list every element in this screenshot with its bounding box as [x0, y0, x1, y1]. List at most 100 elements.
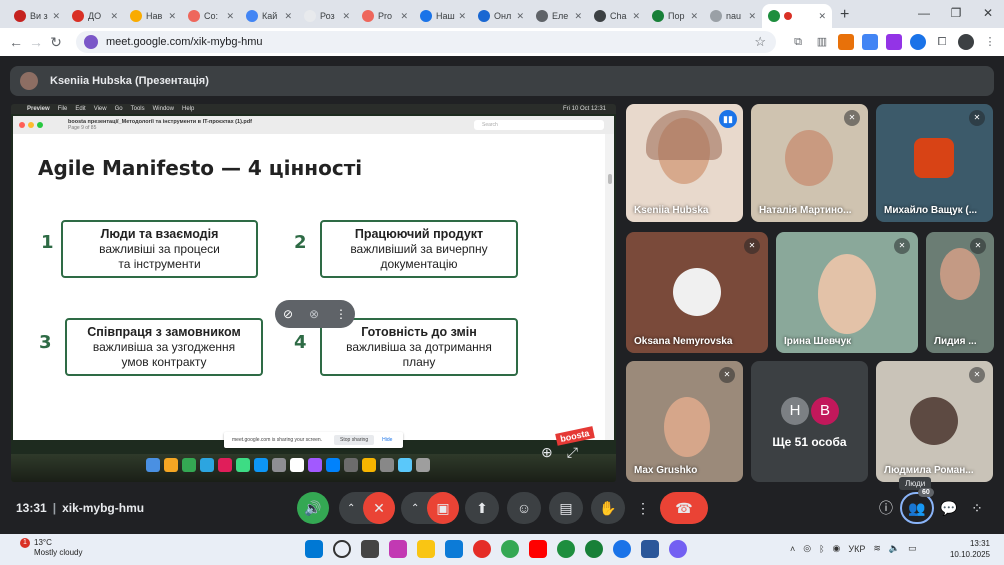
tab-close-icon[interactable]: ✕ [110, 11, 118, 22]
back-icon[interactable]: ← [6, 34, 26, 50]
extension-icon[interactable] [886, 34, 902, 50]
tab-close-icon[interactable]: ✕ [818, 11, 826, 22]
tab-active[interactable]: ✕ [762, 4, 832, 28]
tab-close-icon[interactable]: ✕ [632, 11, 640, 22]
tab-close-icon[interactable]: ✕ [226, 11, 234, 22]
chrome-active-icon[interactable] [613, 540, 631, 558]
battery-icon[interactable]: ▭ [908, 543, 917, 554]
tab-close-icon[interactable]: ✕ [690, 11, 698, 22]
participant-tile[interactable]: ✕ Михайло Ващук (... [876, 104, 993, 222]
profile-avatar[interactable] [958, 34, 974, 50]
chat-button[interactable]: 💬 [938, 492, 960, 524]
activities-button[interactable]: ⁘ [966, 492, 988, 524]
shared-screen[interactable]: Preview File Edit View Go Tools Window H… [11, 104, 616, 482]
participant-tile[interactable]: ✕ Наталія Мартино... [751, 104, 868, 222]
tab-close-icon[interactable]: ✕ [574, 11, 582, 22]
forward-icon[interactable]: → [26, 34, 46, 50]
file-explorer-icon[interactable] [417, 540, 435, 558]
tab-close-icon[interactable]: ✕ [342, 11, 350, 22]
close-window-icon[interactable]: ✕ [972, 0, 1004, 28]
language-indicator[interactable]: УКР [848, 544, 865, 554]
browser-tab[interactable]: nau ✕ [704, 4, 762, 28]
participant-tile[interactable]: ✕ Людмила Роман... [876, 361, 993, 482]
extension-icon[interactable] [838, 34, 854, 50]
camera-off-button[interactable]: ▣ [427, 492, 459, 524]
participant-tile[interactable]: ✕ Ірина Шевчук [776, 232, 918, 353]
tab-close-icon[interactable]: ✕ [516, 11, 524, 22]
bookmark-manager-icon[interactable]: ▥ [814, 34, 830, 50]
chevron-up-icon[interactable]: ⌃ [347, 503, 355, 514]
tab-close-icon[interactable]: ✕ [52, 11, 60, 22]
tab-close-icon[interactable]: ✕ [458, 11, 466, 22]
browser-tab[interactable]: Ви з ✕ [8, 4, 66, 28]
participant-tile[interactable]: ✕ Max Grushko [626, 361, 743, 482]
address-bar[interactable]: meet.google.com/xik-mybg-hmu ☆ [76, 31, 776, 53]
extension-icon[interactable] [862, 34, 878, 50]
youtube-icon[interactable] [529, 540, 547, 558]
system-clock[interactable]: 13:31 10.10.2025 [950, 538, 990, 560]
captions-button[interactable]: ▤ [549, 492, 583, 524]
chrome-icon[interactable] [501, 540, 519, 558]
copilot-icon[interactable] [389, 540, 407, 558]
tray-app-icon[interactable]: ◎ [803, 543, 811, 554]
browser-tab[interactable]: Cha ✕ [588, 4, 646, 28]
browser-tab[interactable]: Кай ✕ [240, 4, 298, 28]
viber-icon[interactable] [669, 540, 687, 558]
chevron-up-icon[interactable]: ˄ [790, 544, 795, 554]
raise-hand-button[interactable]: ✋ [591, 492, 625, 524]
minimize-icon[interactable]: — [908, 0, 940, 28]
search-icon[interactable] [333, 540, 351, 558]
fullscreen-icon[interactable]: ⤢ [567, 444, 578, 461]
speaker-button[interactable]: 🔊 [297, 492, 329, 524]
unpin-icon[interactable]: ⊘ [283, 307, 293, 321]
browser-tab[interactable]: Еле ✕ [530, 4, 588, 28]
task-view-icon[interactable] [361, 540, 379, 558]
browser-tab[interactable]: Роз ✕ [298, 4, 356, 28]
chrome-profile-icon[interactable] [557, 540, 575, 558]
word-icon[interactable] [641, 540, 659, 558]
participant-tile[interactable]: ▮▮ Kseniia Hubska [626, 104, 743, 222]
browser-tab[interactable]: Онл ✕ [472, 4, 530, 28]
browser-tab[interactable]: ДО ✕ [66, 4, 124, 28]
restore-icon[interactable]: ❐ [940, 0, 972, 28]
weather-widget[interactable]: 1 13°C Mostly cloudy [14, 538, 82, 558]
menu-icon[interactable]: ⋮ [982, 34, 998, 50]
browser-tab[interactable]: Pro ✕ [356, 4, 414, 28]
tab-close-icon[interactable]: ✕ [400, 11, 408, 22]
present-button[interactable]: ⬆ [465, 492, 499, 524]
participant-tile[interactable]: ✕ Oksana Nemyrovska [626, 232, 768, 353]
participant-tile[interactable]: ✕ Лидия ... [926, 232, 994, 353]
more-participants-tile[interactable]: Н В Ще 51 особа [751, 361, 868, 482]
extension-icon[interactable] [910, 34, 926, 50]
scrollbar[interactable] [605, 134, 614, 440]
browser-tab[interactable]: Наш ✕ [414, 4, 472, 28]
site-info-icon[interactable] [84, 35, 98, 49]
emoji-button[interactable]: ☺ [507, 492, 541, 524]
chevron-up-icon[interactable]: ⌃ [411, 503, 419, 514]
meeting-details-button[interactable]: ⓘ [874, 492, 898, 524]
hide-button[interactable]: Hide [382, 437, 392, 443]
stop-sharing-button[interactable]: Stop sharing [334, 435, 375, 445]
opera-icon[interactable] [473, 540, 491, 558]
tray-app-icon[interactable]: ◉ [833, 543, 841, 554]
start-icon[interactable] [305, 540, 323, 558]
tab-close-icon[interactable]: ✕ [748, 11, 756, 22]
reload-icon[interactable]: ↻ [46, 34, 66, 51]
volume-icon[interactable]: 🔈 [889, 543, 900, 554]
leave-call-button[interactable]: ☎ [660, 492, 708, 524]
zoom-icon[interactable]: ⊕ [541, 444, 553, 461]
bluetooth-icon[interactable]: ᛒ [819, 544, 824, 554]
tab-close-icon[interactable]: ✕ [284, 11, 292, 22]
more-options-button[interactable]: ⋮ [633, 492, 653, 524]
mute-icon[interactable]: ⊗ [309, 307, 319, 321]
cast-icon[interactable]: ⧉ [790, 34, 806, 50]
bookmark-star-icon[interactable]: ☆ [754, 34, 766, 50]
chrome-profile-icon[interactable] [585, 540, 603, 558]
more-options-icon[interactable]: ⋮ [335, 307, 347, 321]
new-tab-button[interactable]: + [840, 4, 849, 28]
browser-tab[interactable]: Co: ✕ [182, 4, 240, 28]
browser-tab[interactable]: Нав ✕ [124, 4, 182, 28]
wifi-icon[interactable]: ≋ [873, 543, 881, 554]
edge-icon[interactable] [445, 540, 463, 558]
puzzle-icon[interactable]: ⧠ [934, 34, 950, 50]
